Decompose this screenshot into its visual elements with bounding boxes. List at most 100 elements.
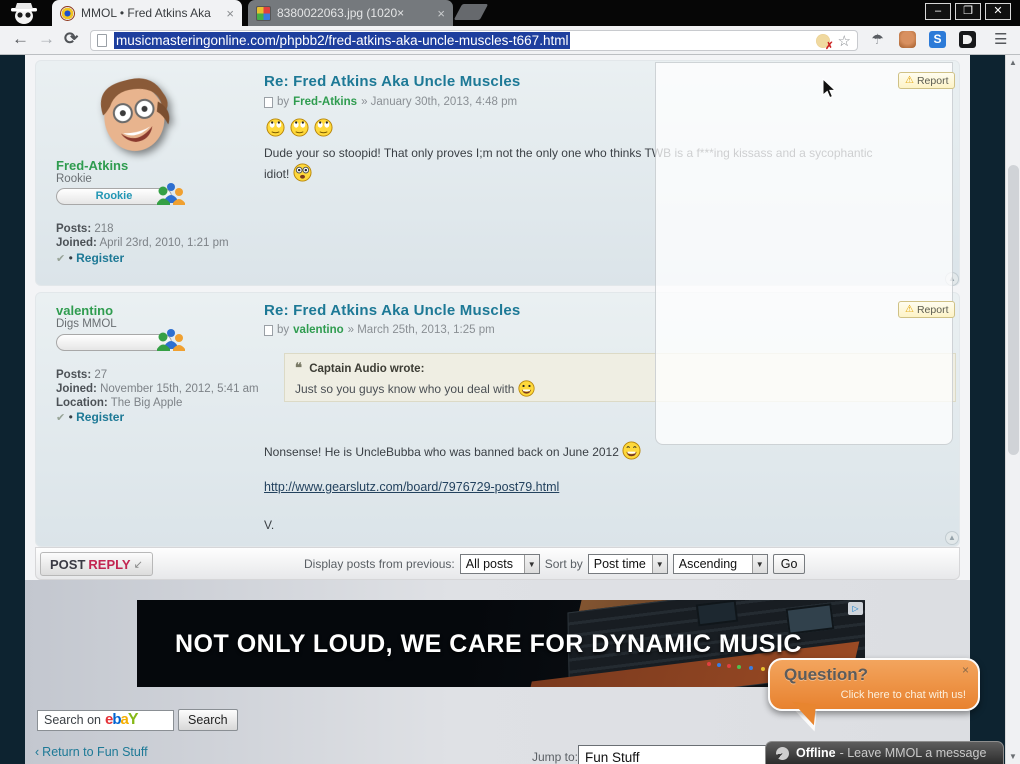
s-extension-icon[interactable]: S <box>929 31 946 48</box>
top-arrow-icon[interactable]: ▲ <box>945 531 959 545</box>
offline-chat-bar[interactable]: Offline - Leave MMOL a message <box>765 741 1004 764</box>
return-label: Return to Fun Stuff <box>42 745 148 759</box>
gearslutz-link[interactable]: http://www.gearslutz.com/board/7976729-p… <box>264 480 559 494</box>
display-posts-value: All posts <box>465 557 513 571</box>
minimize-icon[interactable]: – <box>925 3 951 20</box>
location-value: The Big Apple <box>110 397 183 409</box>
url-bar[interactable]: musicmasteringonline.com/phpbb2/fred-atk… <box>90 30 858 52</box>
display-posts-select[interactable]: All posts ▼ <box>459 554 540 574</box>
scroll-up-icon[interactable]: ▲ <box>1006 58 1020 67</box>
adchoices-icon[interactable]: ▷ <box>848 602 863 615</box>
ad-overlay-frame <box>655 62 953 445</box>
url-text[interactable]: musicmasteringonline.com/phpbb2/fred-atk… <box>114 32 571 49</box>
reload-icon[interactable]: ⟳ <box>64 29 78 49</box>
dark-extension-icon[interactable] <box>959 31 976 48</box>
jump-to-label: Jump to: <box>532 750 579 764</box>
back-icon[interactable]: ← <box>12 29 29 49</box>
author-name[interactable]: Fred-Atkins <box>56 158 128 173</box>
return-to-forum-link[interactable]: ‹ Return to Fun Stuff <box>35 745 148 759</box>
sort-field-select[interactable]: Post time ▼ <box>587 554 668 574</box>
umbrella-extension-icon[interactable]: ☂ <box>869 31 886 48</box>
report-button[interactable]: ⚠ Report <box>898 72 956 89</box>
new-tab-button[interactable] <box>453 4 489 20</box>
joined-value: April 23rd, 2010, 1:21 pm <box>99 237 229 249</box>
register-link[interactable]: Register <box>76 410 124 424</box>
scrollbar-thumb[interactable] <box>1008 165 1019 455</box>
close-window-icon[interactable]: ✕ <box>985 3 1011 20</box>
register-link[interactable]: Register <box>76 251 124 265</box>
browser-scrollbar[interactable]: ▲ ▼ <box>1005 55 1020 764</box>
post-title[interactable]: Re: Fred Atkins Aka Uncle Muscles <box>264 302 520 319</box>
grin-smiley-icon <box>622 441 641 460</box>
dropdown-arrow-icon: ▼ <box>751 555 767 573</box>
group-users-icon <box>157 183 185 205</box>
browser-tab-active[interactable]: MMOL • Fred Atkins Aka × <box>52 0 242 26</box>
ad-headline: NOT ONLY LOUD, WE CARE FOR DYNAMIC MUSIC <box>175 630 802 658</box>
restore-icon[interactable]: ❐ <box>955 3 981 20</box>
post-icon <box>264 324 273 336</box>
posts-count: 218 <box>94 223 114 235</box>
register-check-icon: ✔ <box>56 253 66 265</box>
ad-banner[interactable]: NOT ONLY LOUD, WE CARE FOR DYNAMIC MUSIC… <box>137 600 865 687</box>
browser-tab-inactive[interactable]: 8380022063.jpg (1020× × <box>248 0 453 26</box>
tab-title: 8380022063.jpg (1020× <box>277 6 405 20</box>
posts-count: 27 <box>94 369 108 381</box>
jump-to-select[interactable]: Fun Stuff <box>578 745 768 764</box>
chat-bubble-tail <box>789 701 817 726</box>
joined-label: Joined: <box>56 237 97 249</box>
post-reply-label2: REPLY <box>88 556 131 572</box>
sort-order-value: Ascending <box>678 557 738 571</box>
post-title[interactable]: Re: Fred Atkins Aka Uncle Muscles <box>264 73 520 90</box>
tab-title: MMOL • Fred Atkins Aka <box>81 6 211 20</box>
post-body-line2: idiot! <box>264 167 290 181</box>
menu-icon[interactable]: ☰ <box>994 30 1007 48</box>
offline-status: Offline <box>796 746 836 760</box>
bullet-icon: • <box>68 410 73 424</box>
ebay-logo: ebaY <box>104 711 138 728</box>
incognito-spy-icon <box>11 3 37 24</box>
ebay-search-input[interactable]: Search on ebaY <box>37 709 174 731</box>
by-label: by <box>277 324 290 336</box>
display-posts-label: Display posts from previous: <box>304 557 455 571</box>
browser-toolbar: ← → ⟳ musicmasteringonline.com/phpbb2/fr… <box>0 26 1020 55</box>
grin-smiley-icon <box>518 380 535 397</box>
by-label: by <box>277 96 290 108</box>
byline-author[interactable]: Fred-Atkins <box>293 96 357 108</box>
joined-value: November 15th, 2012, 5:41 am <box>100 383 259 395</box>
chat-bubble-cta[interactable]: Click here to chat with us! <box>841 689 966 701</box>
ebay-search-prefix: Search on <box>44 713 101 727</box>
report-warning-icon: ⚠ <box>905 304 914 315</box>
report-warning-icon: ⚠ <box>905 75 914 86</box>
cookie-blocked-icon[interactable] <box>815 33 834 52</box>
page-icon <box>97 34 107 47</box>
chat-status-icon <box>776 746 789 760</box>
eek-smiley-icon <box>293 163 312 182</box>
sort-field-value: Post time <box>593 557 646 571</box>
avatar[interactable] <box>85 70 183 159</box>
dog-extension-icon[interactable] <box>899 31 916 48</box>
sort-order-select[interactable]: Ascending ▼ <box>672 554 768 574</box>
post-reply-button[interactable]: POST REPLY ↙ <box>40 552 153 576</box>
byline-author[interactable]: valentino <box>293 324 343 336</box>
post-body: Nonsense! He is UncleBubba who was banne… <box>264 445 619 459</box>
forward-icon[interactable]: → <box>38 29 55 49</box>
dropdown-arrow-icon: ▼ <box>523 555 539 573</box>
bookmark-star-icon[interactable]: ☆ <box>838 32 851 50</box>
rank-badge <box>56 334 172 351</box>
bubble-close-icon[interactable]: × <box>962 663 969 677</box>
tab-close-icon[interactable]: × <box>437 6 445 21</box>
report-button[interactable]: ⚠ Report <box>898 301 956 318</box>
mouse-cursor <box>822 78 836 99</box>
post-reply-label: POST <box>50 556 86 572</box>
ebay-search-button[interactable]: Search <box>178 709 238 731</box>
author-name[interactable]: valentino <box>56 303 113 318</box>
author-rank: Rookie <box>56 173 92 185</box>
go-button[interactable]: Go <box>772 554 806 574</box>
rank-badge: Rookie <box>56 188 172 205</box>
quote-text: Just so you guys know who you deal with <box>295 382 515 396</box>
tab-close-icon[interactable]: × <box>226 6 234 21</box>
scroll-down-icon[interactable]: ▼ <box>1006 752 1020 761</box>
rolleyes-smiley-icon <box>314 118 333 137</box>
reply-arrow-icon: ↙ <box>133 558 143 571</box>
dropdown-arrow-icon: ▼ <box>651 555 667 573</box>
